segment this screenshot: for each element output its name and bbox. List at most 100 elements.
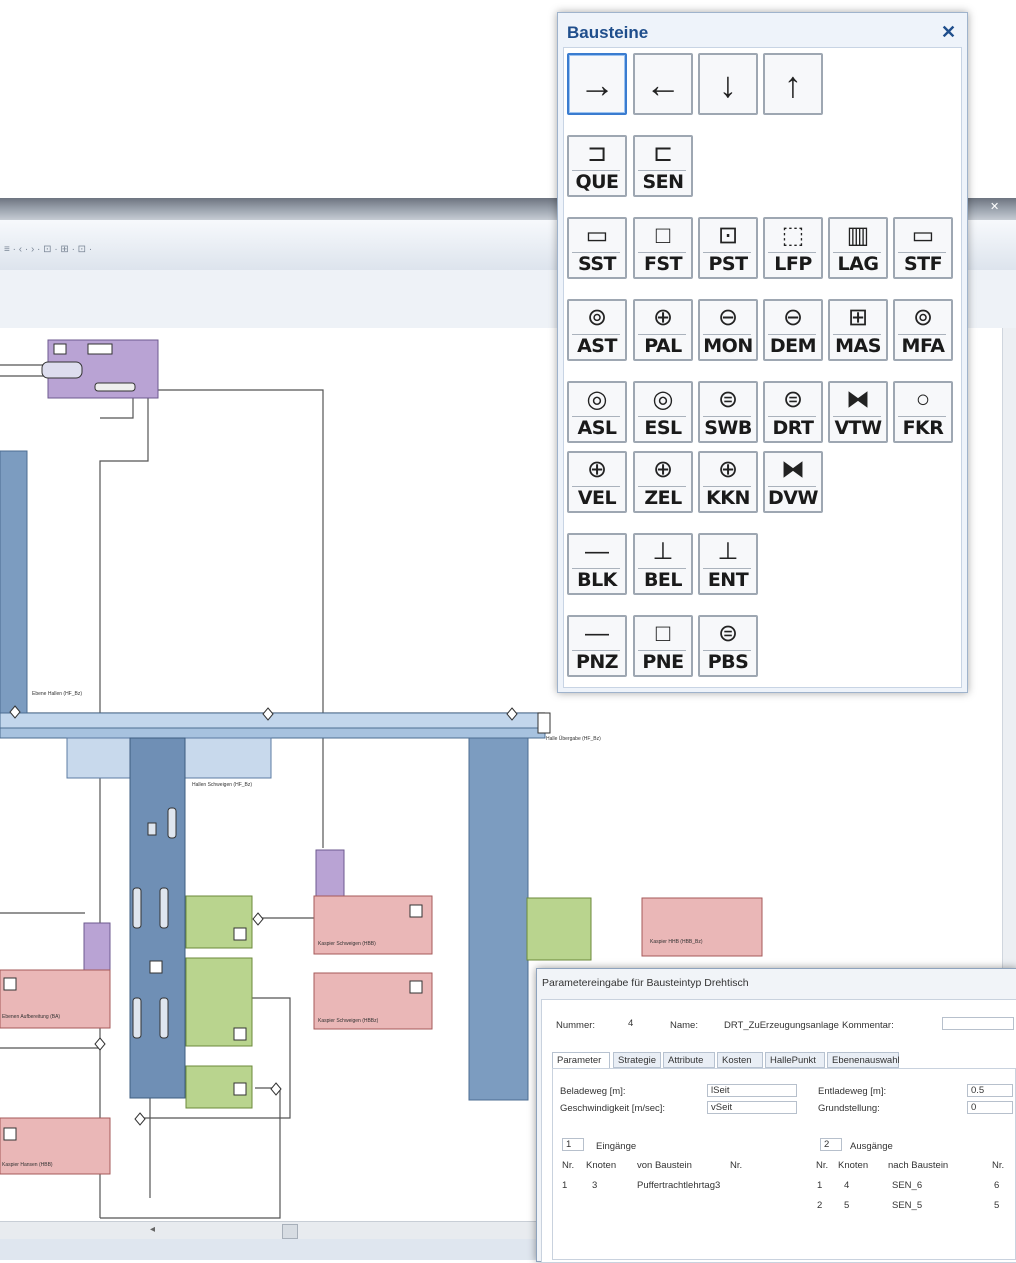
geschwindigkeit-input[interactable]: vSeit: [707, 1101, 797, 1114]
palette-esl-button[interactable]: ◎ ESL: [633, 381, 693, 443]
ausgaenge-row1-knoten[interactable]: 4: [844, 1180, 849, 1191]
entladeweg-input[interactable]: 0.5: [967, 1084, 1013, 1097]
name-value[interactable]: DRT_ZuErzeugungsanlage: [724, 1020, 839, 1031]
palette-mfa-button[interactable]: ⊚ MFA: [893, 299, 953, 361]
horizontal-scrollbar[interactable]: ◂: [0, 1221, 540, 1240]
scroll-thumb[interactable]: [282, 1224, 298, 1239]
tab-ebenenauswahl[interactable]: Ebenenauswahl: [827, 1052, 900, 1068]
palette-fkr-button[interactable]: ○ FKR: [893, 381, 953, 443]
palette-swb-button[interactable]: ⊜ SWB: [698, 381, 758, 443]
arrow-left-button[interactable]: ←: [633, 53, 693, 115]
palette-label: STF: [903, 253, 943, 275]
palette-vel-button[interactable]: ⊕ VEL: [567, 451, 627, 513]
palette-mon-button[interactable]: ⊖ MON: [698, 299, 758, 361]
arrow-right-button[interactable]: →: [567, 53, 627, 115]
palette-label: BLK: [577, 569, 617, 591]
palette-fst-button[interactable]: □ FST: [633, 217, 693, 279]
palette-pal-button[interactable]: ⊕ PAL: [633, 299, 693, 361]
palette-label: ZEL: [644, 487, 682, 509]
palette-bel-button[interactable]: ⊥ BEL: [633, 533, 693, 595]
palette-label: PAL: [644, 335, 682, 357]
ausgaenge-header-nr2: Nr.: [992, 1160, 1005, 1171]
palette-ent-button[interactable]: ⊥ ENT: [698, 533, 758, 595]
bausteine-palette: Bausteine ✕ → ← ↓ ↑ ⊐ QUE ⊏ SEN ▭ SST □ FST ⊡ PST ⬚ LFP…: [557, 12, 968, 693]
diagram-label-kaspier-hbb: Kaspier Schweigen (HBB): [318, 941, 376, 947]
palette-zel-button[interactable]: ⊕ ZEL: [633, 451, 693, 513]
ausgaenge-row1-nr[interactable]: 1: [817, 1180, 822, 1191]
palette-dvw-button[interactable]: ⧓ DVW: [763, 451, 823, 513]
nummer-value[interactable]: 4: [628, 1018, 633, 1029]
palette-que-button[interactable]: ⊐ QUE: [567, 135, 627, 197]
palette-vtw-icon: ⧓: [846, 386, 870, 413]
close-window-icon[interactable]: ✕: [990, 200, 999, 213]
diagram-label-kaspier-hbbz: Kaspier Schweigen (HBBz): [318, 1018, 379, 1024]
eingaenge-row-von[interactable]: Puffertrachtlehrtag3: [637, 1180, 720, 1191]
palette-ast-icon: ⊚: [586, 304, 608, 331]
arrow-left-icon: ←: [645, 64, 681, 105]
scroll-left-icon[interactable]: ◂: [150, 1224, 155, 1235]
palette-label: DEM: [769, 335, 817, 357]
eingaenge-row-knoten[interactable]: 3: [592, 1180, 597, 1191]
arrow-down-icon: ↓: [719, 64, 737, 105]
beladeweg-input[interactable]: lSeit: [707, 1084, 797, 1097]
geschwindigkeit-label: Geschwindigkeit [m/sec]:: [560, 1103, 666, 1114]
palette-mon-icon: ⊖: [717, 304, 739, 331]
nummer-label: Nummer:: [556, 1020, 596, 1031]
tab-parameter[interactable]: Parameter: [552, 1052, 610, 1068]
tab-strategie[interactable]: Strategie: [613, 1052, 661, 1068]
palette-fst-icon: □: [655, 222, 671, 249]
palette-ast-button[interactable]: ⊚ AST: [567, 299, 627, 361]
ausgaenge-row2-nach[interactable]: SEN_5: [892, 1200, 922, 1211]
palette-label: ASL: [577, 417, 618, 439]
eingaenge-row-nr[interactable]: 1: [562, 1180, 567, 1191]
palette-label: BEL: [643, 569, 683, 591]
palette-esl-icon: ◎: [652, 386, 674, 413]
palette-pbs-button[interactable]: ⊜ PBS: [698, 615, 758, 677]
palette-pne-button[interactable]: □ PNE: [633, 615, 693, 677]
palette-vtw-button[interactable]: ⧓ VTW: [828, 381, 888, 443]
palette-pnz-button[interactable]: — PNZ: [567, 615, 627, 677]
palette-mas-button[interactable]: ⊞ MAS: [828, 299, 888, 361]
ausgaenge-count[interactable]: 2: [820, 1138, 842, 1151]
palette-sst-button[interactable]: ▭ SST: [567, 217, 627, 279]
palette-lag-icon: ▥: [846, 222, 870, 249]
palette-lfp-icon: ⬚: [781, 222, 805, 249]
palette-pal-icon: ⊕: [652, 304, 674, 331]
grundstellung-input[interactable]: 0: [967, 1101, 1013, 1114]
palette-lag-button[interactable]: ▥ LAG: [828, 217, 888, 279]
palette-blk-button[interactable]: — BLK: [567, 533, 627, 595]
palette-kkn-button[interactable]: ⊕ KKN: [698, 451, 758, 513]
tab-kosten[interactable]: Kosten: [717, 1052, 763, 1068]
kommentar-label: Kommentar:: [842, 1020, 894, 1031]
ausgaenge-row1-nach[interactable]: SEN_6: [892, 1180, 922, 1191]
palette-lfp-button[interactable]: ⬚ LFP: [763, 217, 823, 279]
palette-pst-button[interactable]: ⊡ PST: [698, 217, 758, 279]
eingaenge-header-von: von Baustein: [637, 1160, 692, 1171]
tab-attribute[interactable]: Attribute: [663, 1052, 715, 1068]
palette-drt-button[interactable]: ⊜ DRT: [763, 381, 823, 443]
palette-label: MAS: [835, 335, 881, 357]
eingaenge-count[interactable]: 1: [562, 1138, 584, 1151]
close-icon[interactable]: ✕: [941, 22, 956, 43]
palette-label: PNZ: [575, 651, 619, 673]
arrow-down-button[interactable]: ↓: [698, 53, 758, 115]
tab-hallepunkt[interactable]: HallePunkt: [765, 1052, 825, 1068]
ausgaenge-row2-knoten[interactable]: 5: [844, 1200, 849, 1211]
ausgaenge-row2-nr[interactable]: 2: [817, 1200, 822, 1211]
palette-label: QUE: [575, 171, 619, 193]
palette-asl-button[interactable]: ◎ ASL: [567, 381, 627, 443]
palette-sst-icon: ▭: [585, 222, 609, 249]
arrow-up-button[interactable]: ↑: [763, 53, 823, 115]
ausgaenge-row1-nr2[interactable]: 6: [994, 1180, 999, 1191]
ausgaenge-row2-nr2[interactable]: 5: [994, 1200, 999, 1211]
kommentar-field[interactable]: [942, 1017, 1014, 1030]
palette-sen-button[interactable]: ⊏ SEN: [633, 135, 693, 197]
toolbar-icons[interactable]: ≡ · ‹ · › · ⊡ · ⊞ · ⊡ ·: [4, 244, 92, 256]
palette-bel-icon: ⊥: [652, 538, 674, 565]
palette-stf-button[interactable]: ▭ STF: [893, 217, 953, 279]
diagram-label-hallen-schweigen: Hallen Schweigen (HF_Bz): [192, 782, 252, 788]
diagram-label-kaspier-hansen: Kaspier Hansen (HBB): [2, 1162, 53, 1168]
palette-dem-button[interactable]: ⊖ DEM: [763, 299, 823, 361]
eingaenge-header-nr2: Nr.: [730, 1160, 743, 1171]
diagram-label-ebene-hallen: Ebene Hallen (HF_Bz): [32, 691, 82, 697]
